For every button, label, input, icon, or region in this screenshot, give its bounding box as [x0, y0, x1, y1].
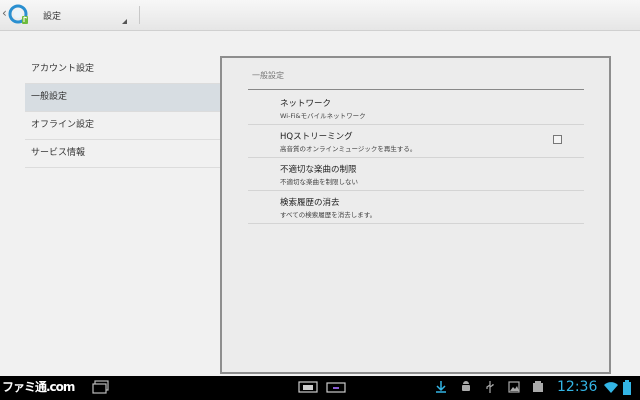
actionbar-divider	[139, 6, 140, 24]
keyboard-icon[interactable]	[326, 380, 346, 394]
sidebar-item-label: 一般設定	[31, 92, 68, 102]
pref-title: 検索履歴の消去	[280, 198, 340, 208]
recent-apps-icon[interactable]	[92, 380, 110, 394]
android-icon	[462, 381, 470, 391]
watermark-text: ファミ通.com	[2, 380, 75, 394]
pref-title: 不適切な楽曲の制限	[280, 165, 357, 175]
pref-title: ネットワーク	[280, 99, 332, 109]
pref-hq-streaming[interactable]: HQストリーミング 高音質のオンラインミュージックを再生する。	[248, 125, 584, 158]
music-app-icon[interactable]	[7, 3, 31, 27]
sidebar-item-label: アカウント設定	[31, 64, 95, 74]
dropdown-caret-icon[interactable]	[122, 19, 127, 24]
battery-icon	[623, 380, 631, 395]
pref-summary: 高音質のオンラインミュージックを再生する。	[280, 145, 417, 153]
system-bar: ファミ通.com 12:36	[0, 376, 640, 400]
settings-detail-pane: 一般設定 ネットワーク Wi-Fi&モバイルネットワーク HQストリーミング 高…	[220, 56, 611, 374]
pref-clear-search-history[interactable]: 検索履歴の消去 すべての検索履歴を消去します。	[248, 191, 584, 224]
pref-title: HQストリーミング	[280, 132, 353, 142]
pref-explicit-filter[interactable]: 不適切な楽曲の制限 不適切な楽曲を制限しない	[248, 158, 584, 191]
sidebar-item-offline[interactable]: オフライン設定	[25, 112, 220, 140]
sidebar-item-account[interactable]: アカウント設定	[25, 56, 220, 84]
pref-summary: 不適切な楽曲を制限しない	[280, 178, 358, 186]
action-bar: ‹ 設定	[0, 0, 640, 31]
clock: 12:36	[557, 379, 598, 395]
usb-icon	[486, 381, 494, 393]
settings-category-list: アカウント設定 一般設定 オフライン設定 サービス情報	[25, 56, 220, 168]
sidebar-item-general[interactable]: 一般設定	[25, 84, 220, 112]
screenshot-icon[interactable]	[298, 380, 318, 394]
header-divider	[248, 89, 584, 90]
watermark-logo: ファミ通.com	[2, 378, 75, 395]
pref-network[interactable]: ネットワーク Wi-Fi&モバイルネットワーク	[248, 92, 584, 125]
download-icon	[436, 381, 446, 393]
hq-streaming-checkbox[interactable]	[553, 135, 562, 144]
media-icon	[533, 381, 543, 392]
wifi-icon	[604, 382, 618, 393]
pref-summary: Wi-Fi&モバイルネットワーク	[280, 112, 366, 120]
sidebar-item-label: サービス情報	[31, 148, 86, 158]
sidebar-item-label: オフライン設定	[31, 120, 95, 130]
app-title[interactable]: 設定	[43, 9, 61, 22]
image-icon	[508, 381, 520, 393]
pref-summary: すべての検索履歴を消去します。	[280, 211, 377, 219]
pane-header: 一般設定	[252, 71, 284, 80]
sidebar-item-service-info[interactable]: サービス情報	[25, 140, 220, 168]
